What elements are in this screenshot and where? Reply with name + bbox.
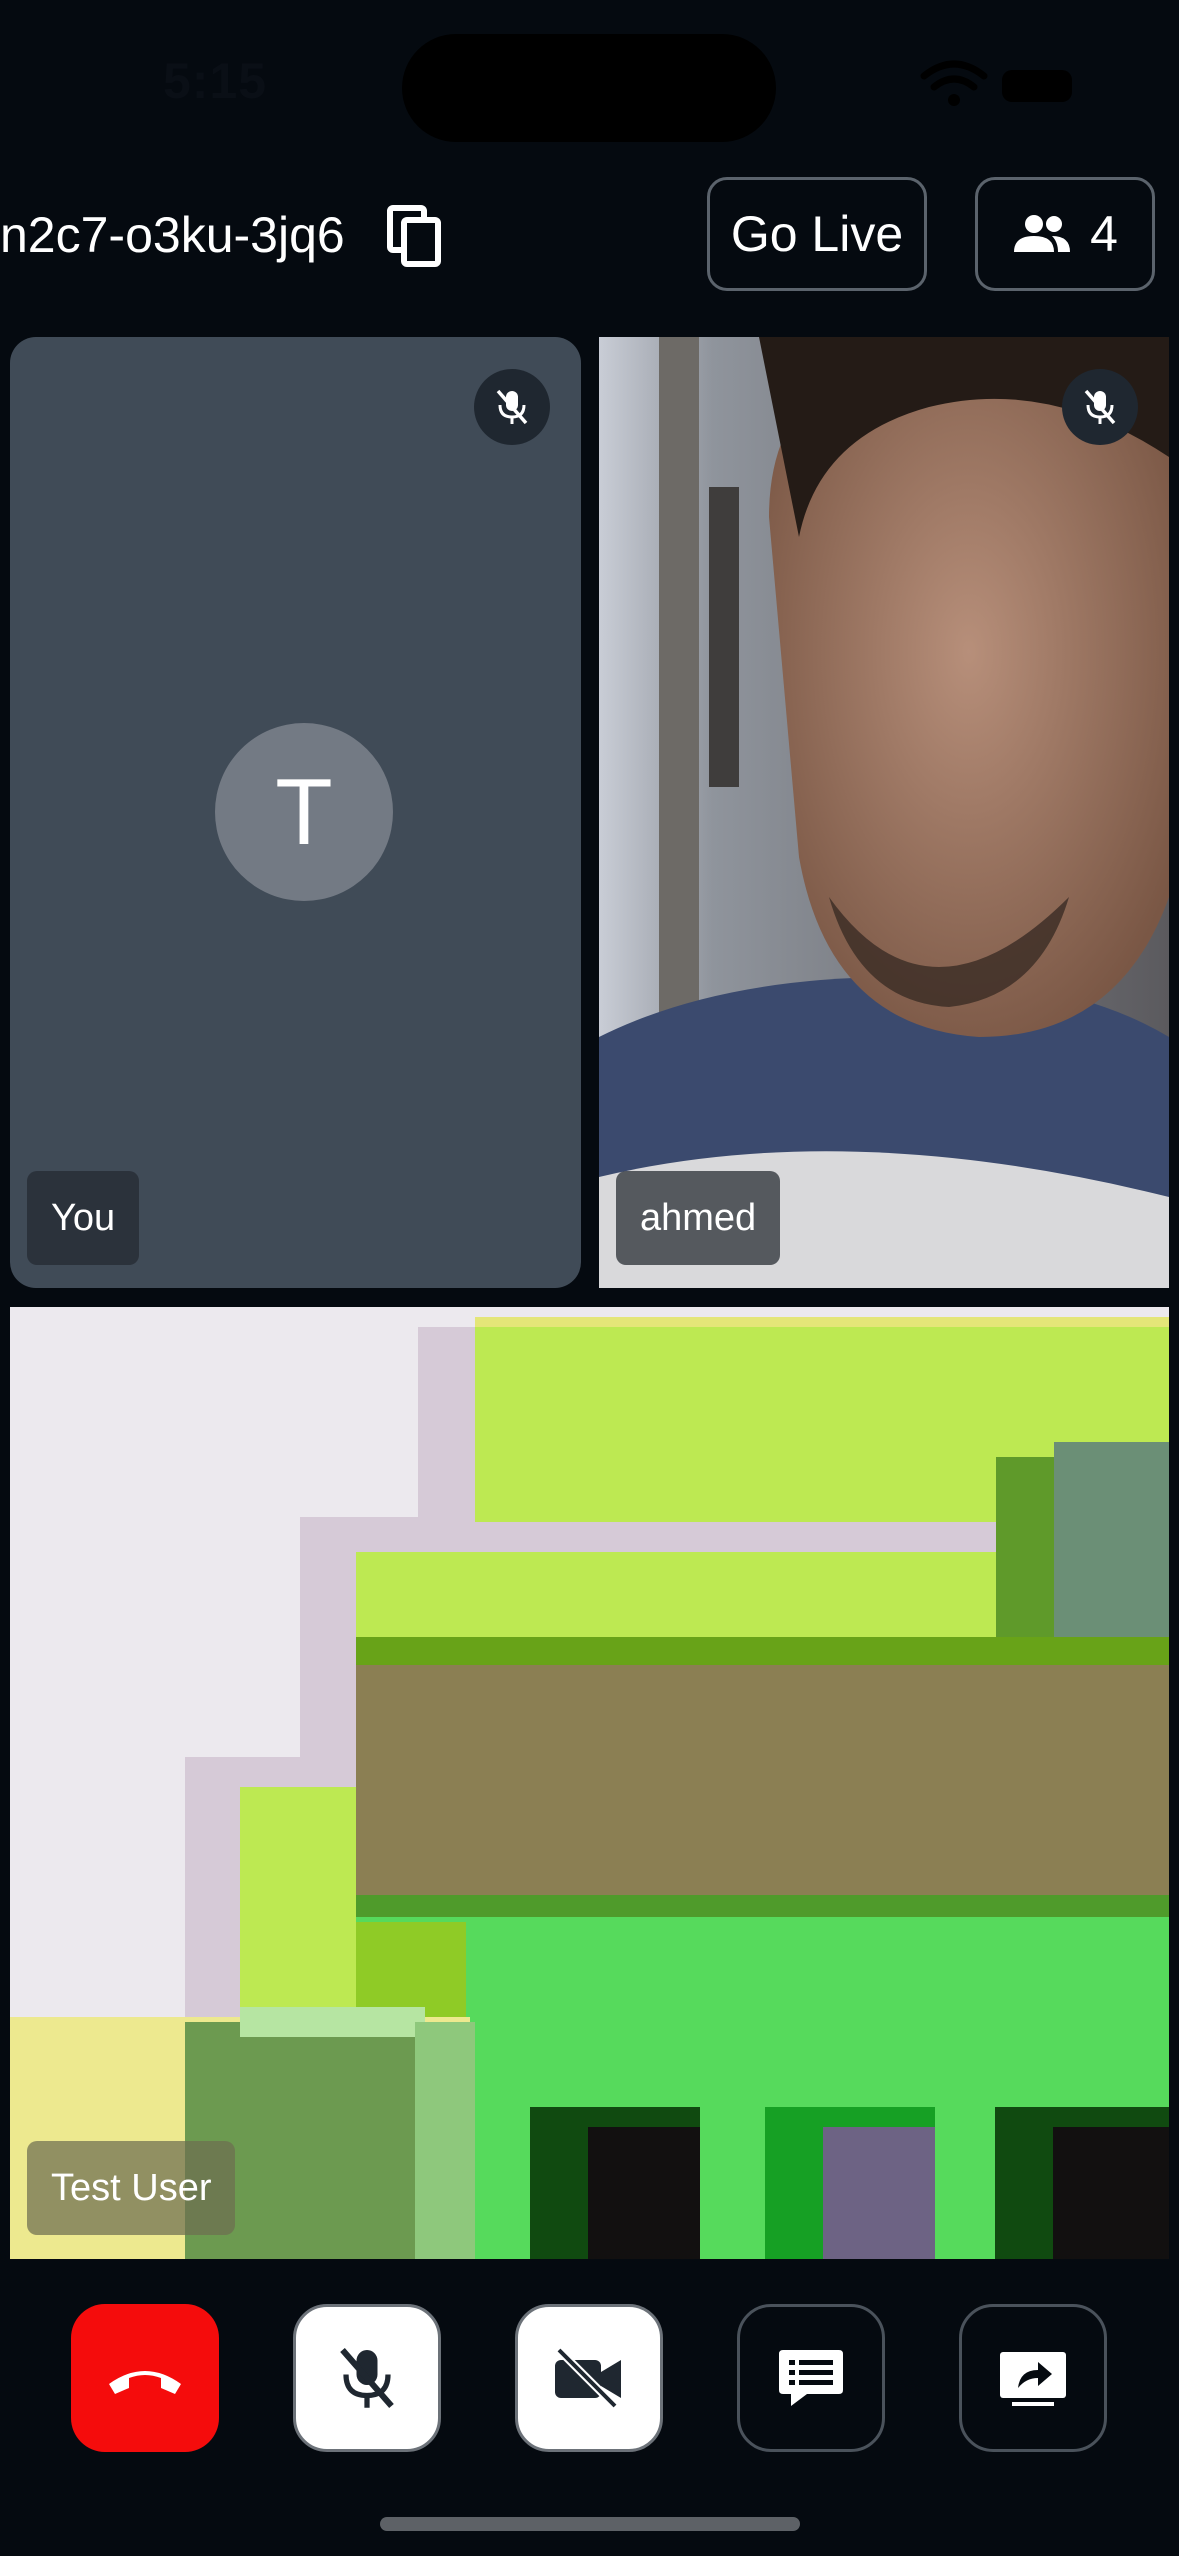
go-live-button[interactable]: Go Live bbox=[707, 177, 927, 291]
muted-badge bbox=[474, 369, 550, 445]
people-icon bbox=[1014, 215, 1071, 252]
participant-name-tag: Test User bbox=[27, 2141, 236, 2235]
mic-toggle-button[interactable] bbox=[293, 2304, 441, 2452]
muted-badge bbox=[1062, 369, 1138, 445]
meeting-code: n2c7-o3ku-3jq6 bbox=[0, 207, 345, 263]
avatar: T bbox=[215, 723, 393, 901]
participant-name-tag: ahmed bbox=[616, 1171, 781, 1265]
video-feed-test-user bbox=[10, 1307, 1169, 2259]
home-indicator[interactable] bbox=[380, 2517, 800, 2531]
phone-hangup-icon bbox=[109, 2371, 181, 2394]
video-tile-you[interactable]: T You bbox=[10, 337, 581, 1288]
chat-icon bbox=[779, 2350, 843, 2406]
wifi-icon bbox=[920, 60, 988, 106]
status-time: 5:15 bbox=[163, 53, 268, 109]
chat-button[interactable] bbox=[737, 2304, 885, 2452]
participant-name-tag: You bbox=[27, 1171, 140, 1265]
end-call-button[interactable] bbox=[71, 2304, 219, 2452]
copy-icon[interactable] bbox=[386, 204, 444, 268]
video-off-icon bbox=[555, 2347, 621, 2409]
share-screen-button[interactable] bbox=[959, 2304, 1107, 2452]
mic-off-icon bbox=[1084, 389, 1116, 425]
video-tile-ahmed[interactable]: ahmed bbox=[599, 337, 1169, 1288]
camera-toggle-button[interactable] bbox=[515, 2304, 663, 2452]
video-feed-ahmed bbox=[599, 337, 1169, 1288]
participant-count: 4 bbox=[1090, 206, 1118, 262]
mic-off-icon bbox=[496, 389, 528, 425]
share-screen-icon bbox=[1000, 2352, 1066, 2406]
participants-button[interactable]: 4 bbox=[975, 177, 1155, 291]
mic-off-icon bbox=[340, 2347, 394, 2409]
dynamic-island bbox=[402, 34, 776, 142]
battery-icon bbox=[1002, 70, 1072, 102]
video-tile-test-user[interactable]: Test User bbox=[10, 1307, 1169, 2259]
